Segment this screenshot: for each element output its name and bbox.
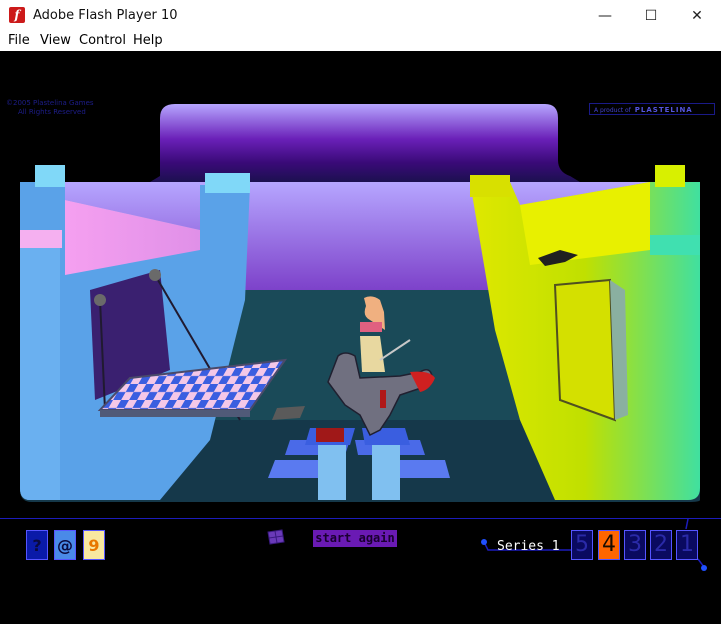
menu-grid-icon[interactable] bbox=[266, 528, 286, 546]
series-label: Series 1 bbox=[497, 539, 560, 554]
menu-file[interactable]: File bbox=[8, 33, 30, 48]
game-scene[interactable] bbox=[0, 51, 721, 521]
level-1-button[interactable]: 1 bbox=[676, 530, 698, 560]
flash-icon: f bbox=[9, 7, 25, 23]
title-bar: f Adobe Flash Player 10 — ☐ ✕ bbox=[0, 0, 721, 32]
level-2-button[interactable]: 2 bbox=[650, 530, 672, 560]
sound-button[interactable]: 9 bbox=[83, 530, 105, 560]
maximize-button[interactable]: ☐ bbox=[628, 0, 674, 31]
menu-control[interactable]: Control bbox=[79, 33, 126, 48]
window-title: Adobe Flash Player 10 bbox=[33, 8, 178, 23]
level-4-button[interactable]: 4 bbox=[598, 530, 620, 560]
menu-bar: File View Control Help bbox=[0, 31, 721, 51]
menu-view[interactable]: View bbox=[40, 33, 71, 48]
close-button[interactable]: ✕ bbox=[674, 0, 720, 31]
level-3-button[interactable]: 3 bbox=[624, 530, 646, 560]
level-5-button[interactable]: 5 bbox=[571, 530, 593, 560]
contact-button[interactable]: @ bbox=[54, 530, 76, 560]
castle-door[interactable] bbox=[553, 278, 617, 422]
minimize-button[interactable]: — bbox=[582, 0, 628, 31]
menu-help[interactable]: Help bbox=[133, 33, 163, 48]
start-again-button[interactable]: start again bbox=[313, 530, 397, 547]
help-button[interactable]: ? bbox=[26, 530, 48, 560]
